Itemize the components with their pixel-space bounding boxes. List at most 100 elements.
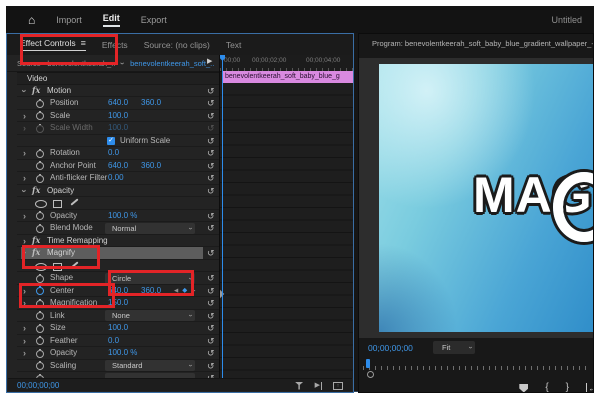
reset-icon[interactable]: ↺ [207, 360, 215, 372]
param-row-opacity[interactable]: ›Opacity100.0 %↺ [17, 210, 219, 223]
reset-icon[interactable]: ↺ [207, 135, 215, 147]
value-x[interactable]: 640.0 [108, 97, 128, 109]
reset-icon[interactable]: ↺ [207, 272, 215, 284]
twirl-open-icon[interactable]: › [19, 89, 31, 92]
param-row-opacity2[interactable]: ›Opacity100.0 %↺ [17, 347, 219, 360]
stopwatch-icon[interactable] [36, 312, 44, 320]
twirl-open-icon[interactable]: › [19, 189, 31, 192]
reset-icon[interactable]: ↺ [207, 85, 215, 97]
param-row-anti-flicker[interactable]: ›Anti-flicker Filter0.00↺ [17, 172, 219, 185]
filter-icon[interactable] [295, 382, 304, 390]
reset-icon[interactable]: ↺ [207, 335, 215, 347]
param-row-feather[interactable]: ›Feather0.0↺ [17, 335, 219, 348]
reset-icon[interactable]: ↺ [207, 185, 215, 197]
reset-icon[interactable]: ↺ [207, 147, 215, 159]
param-row-blend-mode[interactable]: Blend ModeNormal›↺ [17, 222, 219, 235]
rect-mask-icon[interactable] [53, 200, 62, 208]
value[interactable]: 100.0 % [108, 210, 137, 222]
clip-bar[interactable]: benevolentkeerah_soft_baby_blue_g [222, 71, 353, 83]
home-icon[interactable]: ⌂ [28, 14, 35, 26]
program-zoom-handle[interactable] [367, 371, 374, 378]
twirl-icon[interactable]: › [23, 210, 26, 222]
twirl-icon[interactable]: › [23, 172, 26, 184]
go-to-in-icon[interactable]: ← [586, 383, 594, 393]
param-row-size[interactable]: ›Size100.0↺ [17, 322, 219, 335]
tab-text[interactable]: Text [226, 40, 242, 50]
reset-icon[interactable]: ↺ [207, 172, 215, 184]
stopwatch-icon[interactable] [36, 100, 44, 108]
stopwatch-icon[interactable] [36, 337, 44, 345]
stopwatch-icon[interactable] [36, 225, 44, 233]
value-y[interactable]: 360.0 [141, 97, 161, 109]
param-row-scaling[interactable]: ScalingStandard›↺ [17, 360, 219, 373]
reset-icon[interactable]: ↺ [207, 247, 215, 259]
reset-icon[interactable]: ↺ [207, 97, 215, 109]
value[interactable]: 0.0 [108, 335, 119, 347]
stopwatch-icon[interactable] [36, 212, 44, 220]
reset-icon[interactable]: ↺ [207, 347, 215, 359]
reset-icon[interactable]: ↺ [207, 285, 215, 297]
keyframe-timeline-area[interactable]: 00;00 00;00;02;00 00;00;04;00 benevolent… [219, 55, 354, 378]
param-row-link[interactable]: LinkNone›↺ [17, 310, 219, 323]
stopwatch-icon[interactable] [36, 162, 44, 170]
menu-export[interactable]: Export [141, 15, 167, 25]
value[interactable]: 100.0 % [108, 347, 137, 359]
value[interactable]: 100.0 [108, 110, 128, 122]
program-timecode[interactable]: 00;00;00;00 [368, 343, 413, 353]
ec-playhead-line[interactable] [222, 55, 223, 378]
reset-icon[interactable]: ↺ [207, 160, 215, 172]
stopwatch-icon[interactable] [36, 275, 44, 283]
param-row-scale[interactable]: ›Scale100.0↺ [17, 110, 219, 123]
effect-row-motion[interactable]: ›fxMotion↺ [17, 85, 219, 98]
export-icon[interactable]: ↑ [333, 382, 343, 390]
stopwatch-icon[interactable] [36, 175, 44, 183]
add-marker-icon[interactable] [519, 384, 528, 393]
stopwatch-icon[interactable] [36, 362, 44, 370]
reset-icon[interactable]: ↺ [207, 297, 215, 309]
value-x[interactable]: 640.0 [108, 160, 128, 172]
reset-icon[interactable]: ↺ [207, 210, 215, 222]
ellipse-mask-icon[interactable] [35, 200, 47, 208]
video-group-row[interactable]: Video [17, 72, 219, 85]
reset-icon[interactable]: ↺ [207, 222, 215, 234]
value[interactable]: 100.0 [108, 322, 128, 334]
param-row-anchor-point[interactable]: Anchor Point640.0360.0↺ [17, 160, 219, 173]
twirl-icon[interactable]: › [23, 335, 26, 347]
scaling-dropdown[interactable]: Standard› [105, 360, 195, 371]
value-y[interactable]: 360.0 [141, 160, 161, 172]
twirl-icon[interactable]: › [23, 110, 26, 122]
ec-timecode[interactable]: 00;00;00;00 [17, 381, 59, 390]
effect-row-opacity[interactable]: ›fxOpacity↺ [17, 185, 219, 198]
twirl-icon[interactable]: › [23, 347, 26, 359]
zoom-level-dropdown[interactable]: Fit › [433, 341, 475, 354]
play-only-icon[interactable]: ▶ [315, 382, 322, 390]
program-video-area[interactable]: MAG [359, 58, 594, 338]
link-dropdown[interactable]: None› [105, 310, 195, 321]
source-clip-name[interactable]: benevolentkeerah_soft_.. [130, 59, 214, 68]
program-time-ruler[interactable] [363, 361, 591, 370]
stopwatch-icon[interactable] [36, 325, 44, 333]
reset-icon[interactable]: ↺ [207, 110, 215, 122]
value[interactable]: 0.00 [108, 172, 124, 184]
mark-out-icon[interactable]: } [566, 382, 569, 393]
stopwatch-icon[interactable] [36, 150, 44, 158]
stopwatch-icon[interactable] [36, 350, 44, 358]
param-row-uniform-scale[interactable]: ✓Uniform Scale↺ [17, 135, 219, 148]
play-toggle-icon[interactable]: ▶ [207, 57, 212, 65]
menu-edit-active[interactable]: Edit [103, 13, 120, 27]
reset-icon[interactable]: ↺ [207, 322, 215, 334]
param-row-position[interactable]: Position640.0360.0↺ [17, 97, 219, 110]
stopwatch-icon[interactable] [36, 112, 44, 120]
blend-mode-dropdown[interactable]: Normal› [105, 223, 195, 234]
reset-icon[interactable]: ↺ [207, 310, 215, 322]
pen-mask-icon[interactable] [70, 198, 78, 205]
ec-time-ruler[interactable]: 00;00 00;00;02;00 00;00;04;00 [220, 55, 354, 72]
tab-source[interactable]: Source: (no clips) [144, 40, 210, 50]
chevron-down-icon[interactable]: › [118, 62, 127, 65]
mark-in-icon[interactable]: { [545, 382, 548, 393]
value[interactable]: 0.0 [108, 147, 119, 159]
uniform-scale-checkbox[interactable]: ✓ [107, 137, 115, 145]
menu-import[interactable]: Import [56, 15, 82, 25]
twirl-icon[interactable]: › [23, 147, 26, 159]
program-playhead[interactable] [366, 359, 370, 368]
